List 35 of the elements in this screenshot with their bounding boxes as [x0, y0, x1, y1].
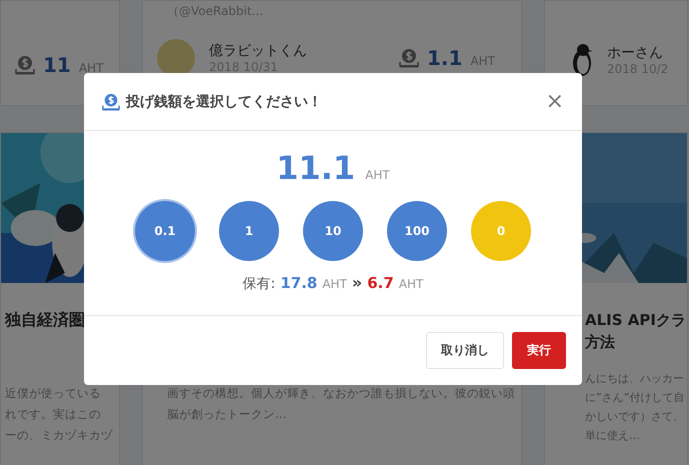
article-excerpt: に”さん”付けして自	[585, 390, 686, 406]
amount-chip[interactable]: 1	[219, 201, 279, 261]
tip-amount: 11.1	[276, 149, 356, 187]
current-balance: 17.8	[280, 274, 318, 292]
author-name[interactable]: 億ラビットくん	[209, 42, 307, 60]
unit-label: AHT	[398, 277, 424, 291]
execute-button[interactable]: 実行	[512, 332, 566, 369]
unit-label: AHT	[322, 277, 347, 291]
article-excerpt: んにちは、ハッカー	[585, 371, 685, 387]
balance-label: 保有:	[242, 275, 276, 293]
tip-amount: 1.1	[427, 46, 462, 70]
amount-chip[interactable]: 100	[387, 201, 447, 261]
article-title[interactable]: 方法	[585, 331, 687, 353]
article-excerpt: 画すその構想。個人が輝き、なおかつ誰も損しない。彼の鋭い頭	[167, 385, 516, 402]
unit-label: AHT	[365, 168, 390, 182]
article-excerpt: かしいです）さて、	[585, 409, 685, 425]
cancel-button[interactable]: 取り消し	[426, 332, 504, 369]
article-excerpt: 脳が創ったトークン…	[167, 406, 288, 423]
article-excerpt: ーの、ミカヅキカヅ	[5, 427, 114, 444]
article-excerpt: れです。実はこの	[5, 406, 102, 423]
dialog-title: 投げ銭額を選択してください！	[126, 92, 322, 110]
penguin-avatar-icon[interactable]	[571, 43, 593, 77]
article-title[interactable]: ALIS APIクラ	[585, 309, 687, 331]
amount-chip[interactable]: 10	[303, 201, 363, 261]
amount-chip[interactable]: 0.1	[135, 201, 195, 261]
article-excerpt: 単に使え…	[585, 428, 641, 444]
coin-icon	[399, 48, 419, 68]
coin-icon	[102, 92, 120, 110]
arrow-glyph: »	[352, 273, 362, 292]
balance-after: 6.7	[367, 274, 394, 292]
author-name[interactable]: ホーさん	[607, 44, 668, 62]
close-button[interactable]: ×	[546, 89, 564, 114]
coin-icon	[15, 55, 35, 75]
article-excerpt: 近僕が使っている	[5, 385, 102, 402]
tip-amount: 11	[43, 53, 71, 77]
